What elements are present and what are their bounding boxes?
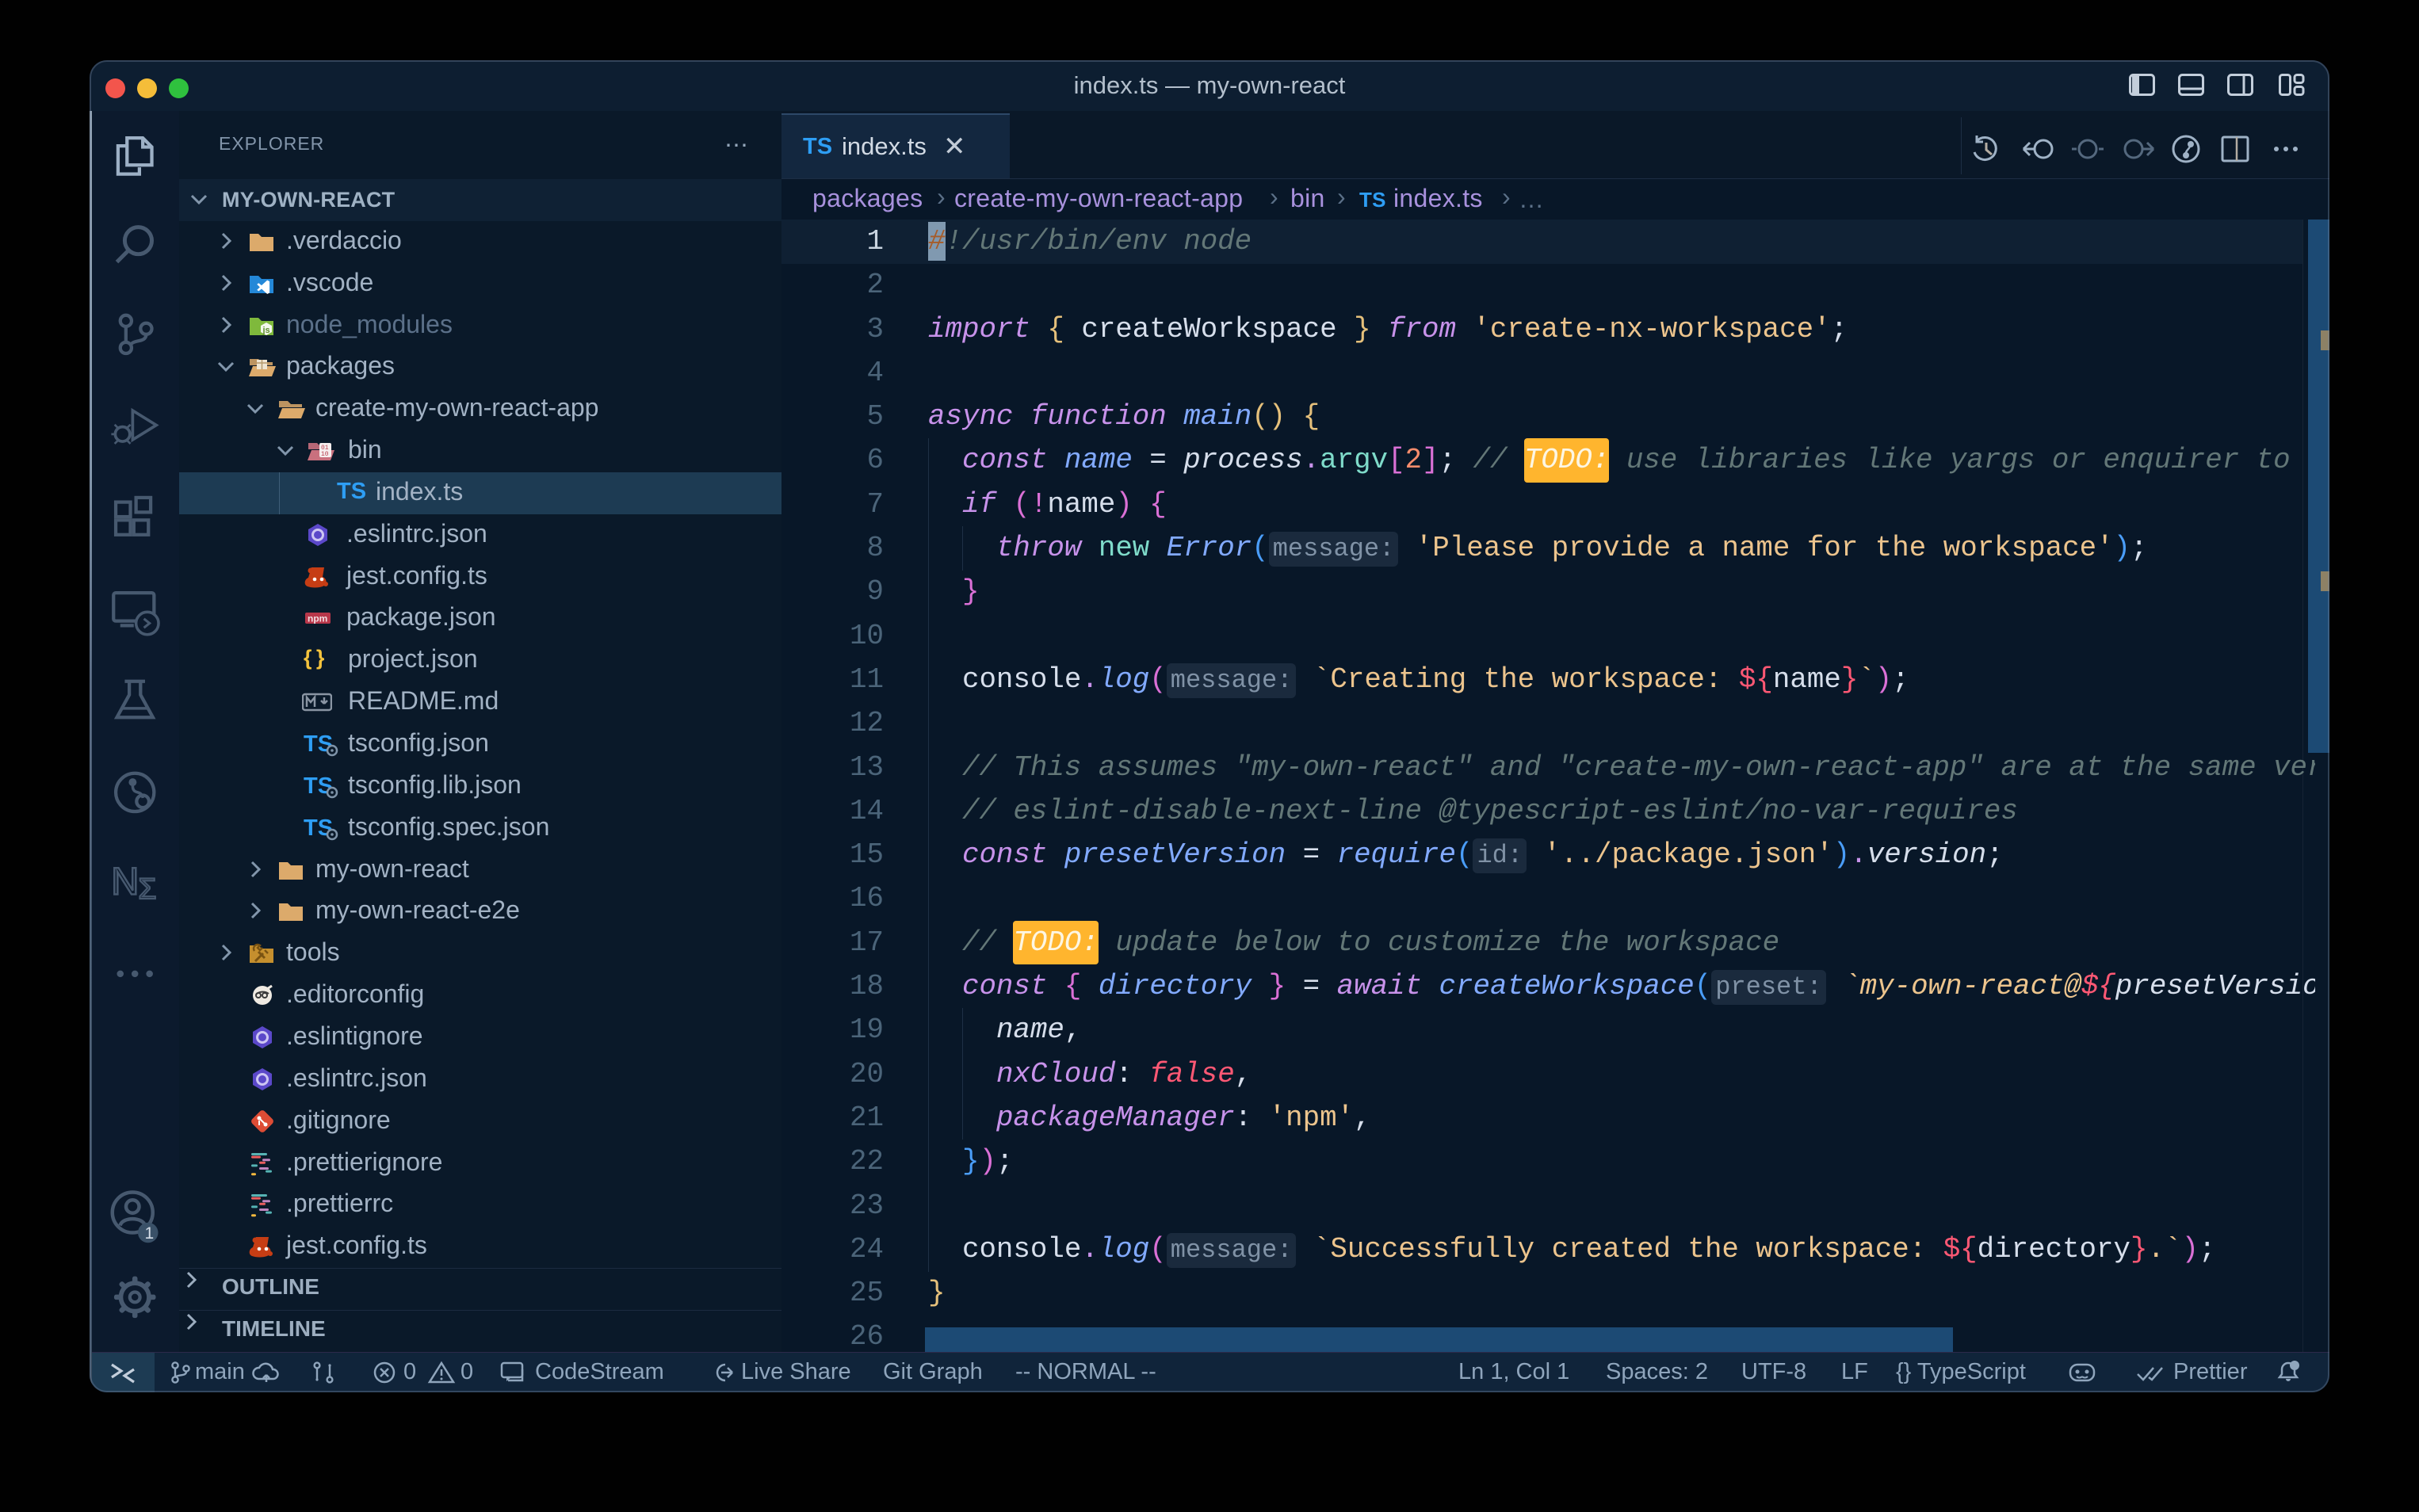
svg-text:1: 1 — [144, 1224, 154, 1243]
svg-text:npm: npm — [308, 613, 327, 624]
svg-text:Σ: Σ — [138, 872, 156, 905]
svg-text:N: N — [111, 861, 139, 903]
svg-text:js: js — [262, 326, 270, 335]
svg-text:10: 10 — [321, 451, 329, 458]
